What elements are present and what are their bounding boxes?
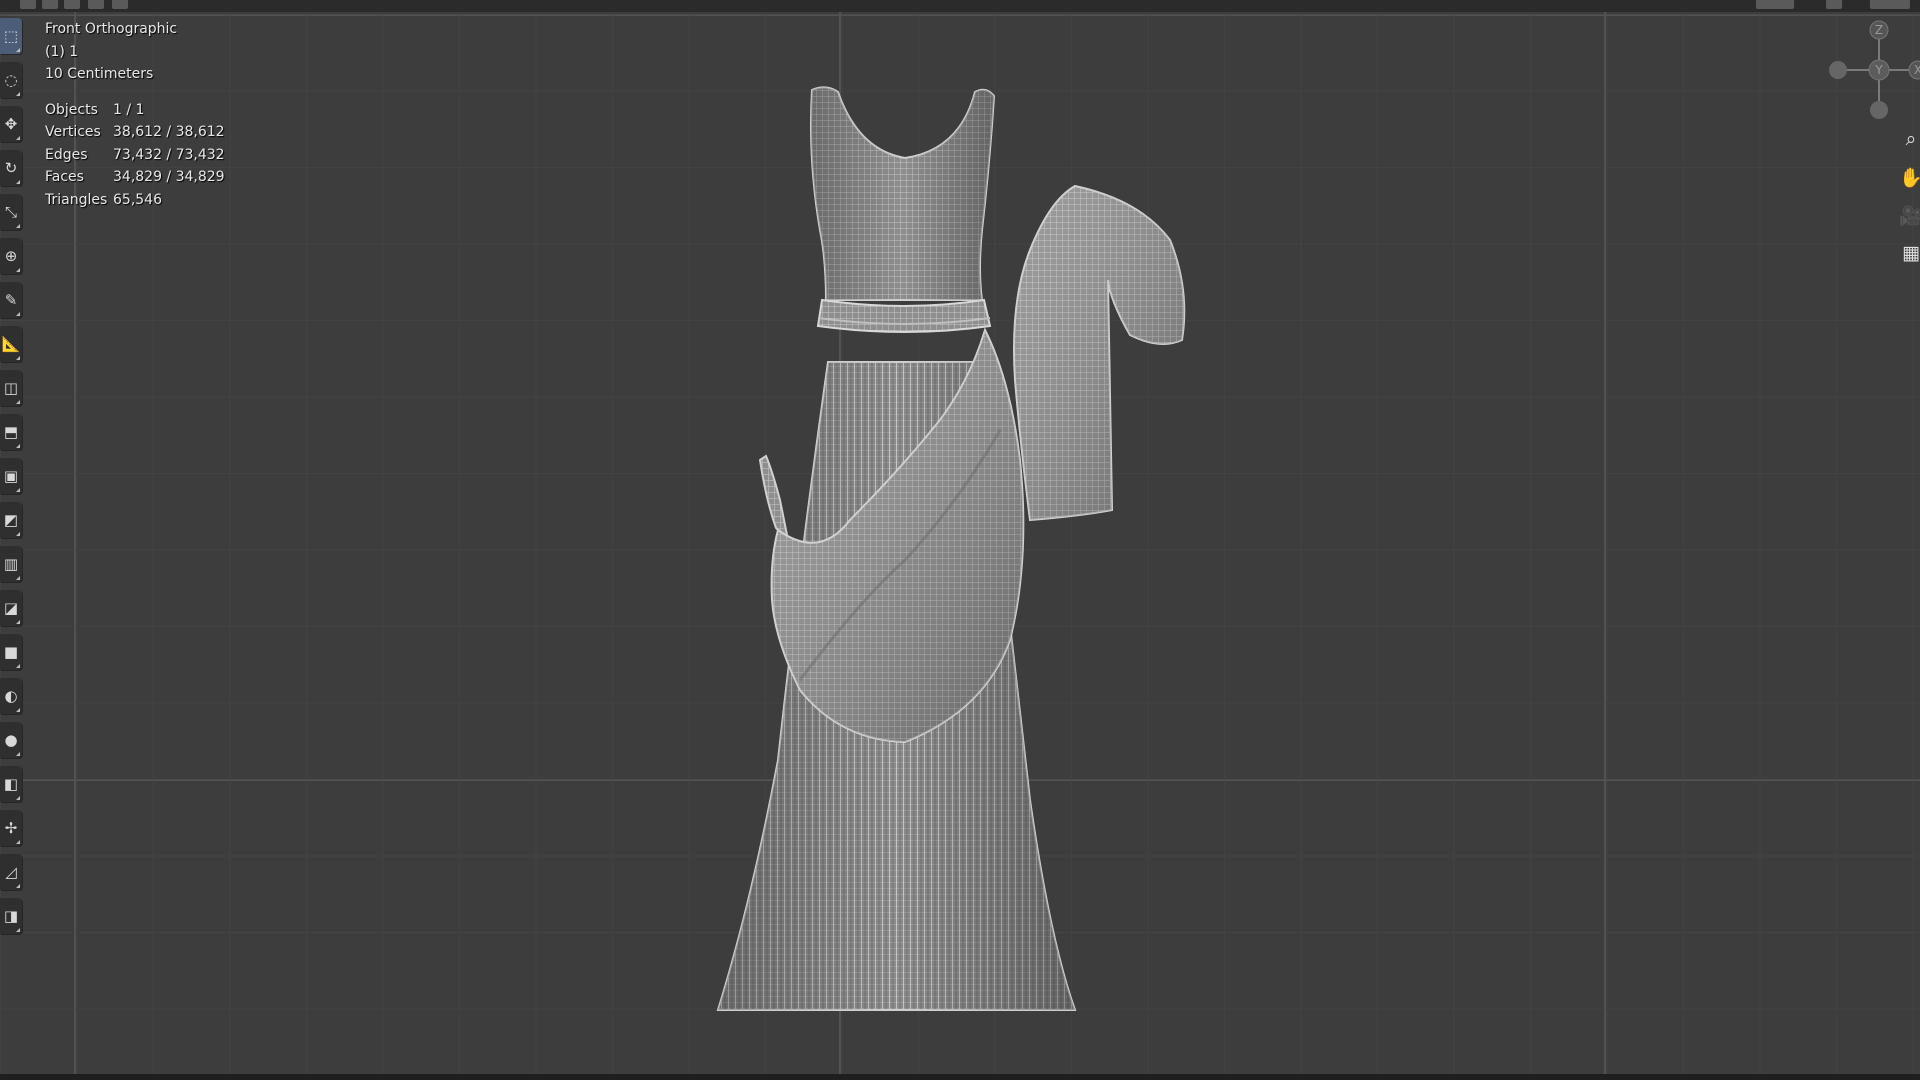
cursor-tool[interactable]: ◌ — [0, 62, 22, 98]
stat-label: Triangles — [45, 191, 108, 208]
shrink-fatten-tool[interactable]: ✢ — [0, 810, 22, 846]
zoom-icon[interactable]: ⌕ — [1896, 124, 1920, 154]
stat-value: 38,612 / 38,612 — [113, 124, 225, 140]
smooth-tool[interactable]: ● — [0, 722, 22, 758]
scale-tool[interactable]: ⤡ — [0, 194, 22, 230]
bevel-tool[interactable]: ◩ — [0, 502, 22, 538]
rotate-tool[interactable]: ↻ — [0, 150, 22, 186]
stat-value: 65,546 — [113, 191, 162, 208]
grid-view-icon[interactable]: ▦ — [1896, 238, 1920, 268]
grid-scale-label: 10 Centimeters — [45, 66, 154, 82]
extrude-tool[interactable]: ⬒ — [0, 414, 22, 450]
stat-label: Vertices — [45, 124, 101, 140]
move-tool[interactable]: ✥ — [0, 106, 22, 142]
shear-tool[interactable]: ◿ — [0, 854, 22, 890]
gizmo-x-label: X — [1914, 63, 1920, 77]
inset-tool[interactable]: ▣ — [0, 458, 22, 494]
transform-tool[interactable]: ⊕ — [0, 238, 22, 274]
scene-statistics: Objects 1 / 1 Vertices 38,612 / 38,612 Edges… — [45, 99, 225, 212]
collection-label: (1) 1 — [45, 43, 79, 60]
add-cube-tool[interactable]: ◫ — [0, 370, 22, 406]
edge-slide-tool[interactable]: ◧ — [0, 766, 22, 802]
stat-row-triangles: Triangles 65,546 — [45, 189, 225, 212]
stat-value: 1 / 1 — [113, 101, 145, 118]
spin-tool[interactable]: ◐ — [0, 678, 22, 714]
measure-tool[interactable]: 📐 — [0, 326, 22, 362]
dress-bodice — [810, 86, 996, 301]
loop-cut-tool[interactable]: ▥ — [0, 546, 22, 582]
stat-row-vertices: Vertices 38,612 / 38,612 — [45, 121, 225, 144]
tool-shelf: ⬚ ◌ ✥ ↻ ⤡ ⊕ ✎ 📐 ◫ ⬒ ▣ ◩ ▥ ◪ ■ ◐ ● ◧ ✢ ◿ ◨ — [0, 18, 24, 942]
stat-row-objects: Objects 1 / 1 — [45, 99, 225, 122]
pan-hand-icon[interactable]: ✋ — [1896, 162, 1920, 192]
annotate-tool[interactable]: ✎ — [0, 282, 22, 318]
stat-row-faces: Faces 34,829 / 34,829 — [45, 166, 225, 189]
arm-shawl — [1013, 184, 1186, 522]
cloth-mesh-model[interactable] — [0, 0, 1920, 1080]
knife-tool[interactable]: ◪ — [0, 590, 22, 626]
side-sash — [758, 454, 790, 544]
navigation-controls: ⌕ ✋ 🎥 ▦ — [1896, 124, 1920, 276]
stat-label: Objects — [45, 101, 98, 118]
stat-label: Edges — [45, 146, 88, 163]
view-name: Front Orthographic — [45, 21, 178, 37]
rip-tool[interactable]: ◨ — [0, 898, 22, 934]
stat-label: Faces — [45, 169, 84, 185]
gizmo-negative-z-axis[interactable] — [1870, 101, 1888, 119]
stat-value: 34,829 / 34,829 — [113, 169, 225, 185]
viewport-overlay-text: Front Orthographic (1) 1 10 Centimeters … — [45, 18, 225, 211]
stat-row-edges: Edges 73,432 / 73,432 — [45, 144, 225, 167]
gizmo-y-label: Y — [1874, 63, 1883, 77]
dress-belt — [816, 298, 992, 333]
navigation-gizmo[interactable]: Z Y X — [1818, 18, 1920, 122]
camera-icon[interactable]: 🎥 — [1896, 200, 1920, 230]
poly-build-tool[interactable]: ■ — [0, 634, 22, 670]
select-box-tool[interactable]: ⬚ — [0, 18, 22, 54]
gizmo-negative-x-axis[interactable] — [1829, 61, 1847, 79]
status-strip — [0, 1074, 1920, 1080]
gizmo-z-label: Z — [1875, 23, 1883, 37]
stat-value: 73,432 / 73,432 — [113, 146, 225, 163]
